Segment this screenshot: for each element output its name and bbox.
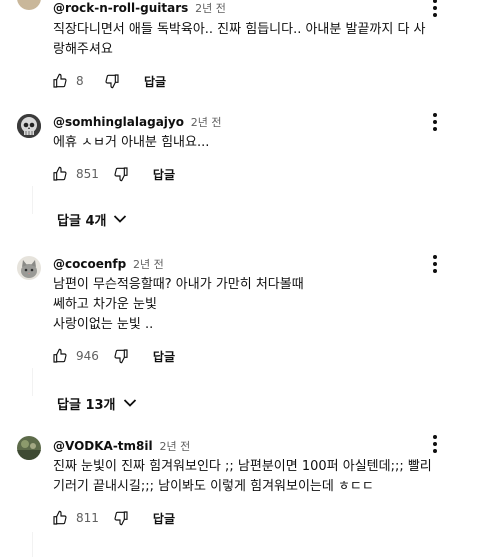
comment-text: 진짜 눈빛이 진짜 힘겨워보인다 ;; 남편분이면 100퍼 아실텐데;;; 빨… <box>53 457 458 497</box>
comment-header: @VODKA-tm8il 2년 전 <box>53 438 190 454</box>
comment-text: 에휴 ㅅㅂ거 아내분 힘내요... <box>53 133 458 153</box>
comment-actions: 8 답글 <box>50 71 166 91</box>
reply-button[interactable]: 답글 <box>153 510 175 527</box>
comment-text-line: 랑해주셔요 <box>53 42 113 57</box>
comment-author[interactable]: @VODKA-tm8il <box>53 439 153 453</box>
comment-text-line: 남편이 무슨적응할때? 아내가 가만히 처다볼때 <box>53 277 304 292</box>
comment-author[interactable]: @cocoenfp <box>53 257 126 271</box>
comment-text-line: 쎄하고 차가운 눈빛 <box>53 297 157 312</box>
comment-text-line: 진짜 눈빛이 진짜 힘겨워보인다 ;; 남편분이면 100퍼 아실텐데;;; 빨… <box>53 459 432 474</box>
cat-avatar[interactable] <box>17 256 41 280</box>
avatar[interactable] <box>17 0 41 10</box>
reply-button[interactable]: 답글 <box>153 348 175 365</box>
view-replies-button[interactable]: 답글 4개 <box>57 208 127 230</box>
chevron-down-icon <box>123 399 136 407</box>
more-actions-icon[interactable] <box>425 110 445 134</box>
comment-text-line: 에휴 ㅅㅂ거 아내분 힘내요... <box>53 135 210 150</box>
view-replies-button[interactable]: 답글 13개 <box>57 392 137 414</box>
comment-time[interactable]: 2년 전 <box>133 258 164 271</box>
photo-avatar[interactable] <box>17 436 41 460</box>
comment-time[interactable]: 2년 전 <box>159 440 190 453</box>
comment-text-line: 기러기 끝내시길;;; 남이봐도 이렇게 힘겨워보이는데 ㅎㄷㄷ <box>53 479 374 494</box>
comment-header: @rock-n-roll-guitars 2년 전 <box>53 0 226 16</box>
thumbs-down-icon[interactable] <box>111 164 131 184</box>
replies-count-label: 답글 13개 <box>57 397 116 413</box>
comment-author[interactable]: @rock-n-roll-guitars <box>53 1 188 15</box>
thumbs-up-icon[interactable] <box>50 71 70 91</box>
comment-header: @cocoenfp 2년 전 <box>53 256 164 272</box>
comment-actions: 946 답글 <box>50 346 175 366</box>
comment-text: 남편이 무슨적응할때? 아내가 가만히 처다볼때 쎄하고 차가운 눈빛 사랑이없… <box>53 275 458 335</box>
comment-author[interactable]: @somhinglalagajyo <box>53 115 184 129</box>
thumbs-down-icon[interactable] <box>111 346 131 366</box>
reply-button[interactable]: 답글 <box>153 166 175 183</box>
comment-actions: 811 답글 <box>50 508 175 528</box>
skull-avatar[interactable] <box>17 114 41 138</box>
thread-line <box>32 368 33 396</box>
replies-count-label: 답글 4개 <box>57 213 107 229</box>
comment-text-line: 직장다니면서 애들 독박육아.. 진짜 힘듭니다.. 아내분 발끝까지 다 사 <box>53 22 426 37</box>
thumbs-up-icon[interactable] <box>50 508 70 528</box>
like-count: 811 <box>76 511 99 525</box>
reply-button[interactable]: 답글 <box>144 73 166 90</box>
thumbs-up-icon[interactable] <box>50 164 70 184</box>
thread-line <box>32 532 33 557</box>
comment-actions: 851 답글 <box>50 164 175 184</box>
more-actions-icon[interactable] <box>425 0 445 20</box>
thread-line <box>32 186 33 214</box>
thumbs-down-icon[interactable] <box>111 508 131 528</box>
more-actions-icon[interactable] <box>425 252 445 276</box>
chevron-down-icon <box>114 215 127 223</box>
like-count: 946 <box>76 349 99 363</box>
more-actions-icon[interactable] <box>425 432 445 456</box>
comment-text-line: 사랑이없는 눈빛 .. <box>53 317 154 332</box>
comment-time[interactable]: 2년 전 <box>195 2 226 15</box>
like-count: 851 <box>76 167 99 181</box>
thumbs-down-icon[interactable] <box>102 71 122 91</box>
thumbs-up-icon[interactable] <box>50 346 70 366</box>
comment-header: @somhinglalagajyo 2년 전 <box>53 114 222 130</box>
like-count: 8 <box>76 74 84 88</box>
comment-time[interactable]: 2년 전 <box>191 116 222 129</box>
comment-text: 직장다니면서 애들 독박육아.. 진짜 힘듭니다.. 아내분 발끝까지 다 사 … <box>53 20 458 60</box>
